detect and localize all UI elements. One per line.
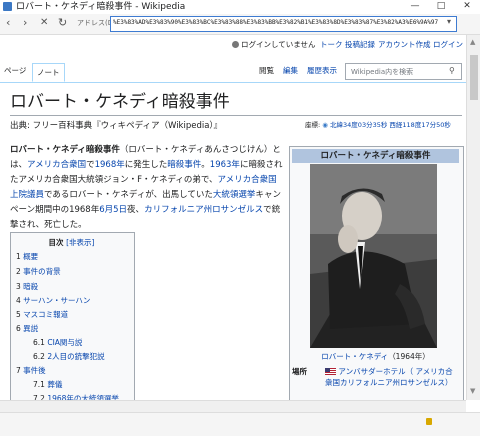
search-icon[interactable]: ⚲ [449,66,455,75]
tab-history[interactable]: 履歴表示 [307,65,337,77]
toc-item[interactable]: 3 暗殺 [16,281,38,293]
tab-note[interactable]: ノート [32,63,65,82]
portrait-image [310,164,437,348]
toc-item[interactable]: 4 サーハン・サーハン [16,295,90,307]
toc-item[interactable]: 5 マスコミ報道 [16,309,68,321]
create-account-link[interactable]: アカウント作成 [378,40,431,50]
toc-heading: 目次 [非表示] [48,238,95,247]
window-titlebar: ロバート・ケネディ暗殺事件 - Wikipedia — □ ✕ [0,0,480,14]
portrait-photo[interactable] [310,164,437,348]
address-dropdown-icon[interactable]: ▾ [447,17,451,26]
browser-app-icon [3,2,12,11]
coordinates-link[interactable]: 北緯34度03分35秒 西経118度17分50秒 [330,121,451,129]
place-label: 場所 [292,367,307,376]
stop-icon[interactable]: ✕ [40,16,48,30]
caption-name-link[interactable]: ロバート・ケネディ [321,352,388,361]
toc-item[interactable]: 1 概要 [16,251,38,263]
place-value[interactable]: アンバサダーホテル（ アメリカ合衆国カリフォルニア州ロサンゼルス） [325,366,458,388]
tab-edit[interactable]: 編集 [283,65,298,77]
talk-link[interactable]: トーク [320,40,343,50]
coordinates: 座標: ◉ 北緯34度03分35秒 西経118度17分50秒 [305,119,451,129]
link-1963[interactable]: 1963年 [210,160,240,170]
login-link[interactable]: ログイン [433,40,463,50]
link-usa[interactable]: アメリカ合衆国 [27,160,86,170]
vertical-scrollbar[interactable]: ▲ ▼ [466,35,480,400]
toc-item[interactable]: 2 事件の背景 [16,266,61,278]
toc-item[interactable]: 7 事件後 [16,365,46,377]
toc-toggle[interactable]: [非表示] [66,238,94,247]
logged-out-status: ログインしていません [232,40,316,50]
close-window-button[interactable]: ✕ [454,0,480,14]
link-june5[interactable]: 6月5日 [99,205,127,215]
title-divider [10,115,462,116]
page-title: ロバート・ケネディ暗殺事件 [10,92,230,112]
toc-item[interactable]: 6.1 CIA関与説 [33,337,82,349]
forward-icon[interactable]: › [23,16,27,30]
link-1968[interactable]: 1968年 [95,160,125,170]
photo-caption: ロバート・ケネディ（1964年） [321,352,430,361]
window-title: ロバート・ケネディ暗殺事件 - Wikipedia [16,2,186,12]
tab-read[interactable]: 閲覧 [259,65,274,77]
infobox-title: ロバート・ケネディ暗殺事件 [292,149,459,163]
toc-item[interactable]: 6.2 2人目の銃撃犯説 [33,351,105,363]
tab-page[interactable]: ページ [4,65,26,77]
status-bar [0,412,480,436]
link-assassination[interactable]: 暗殺事件 [167,160,201,170]
coordinates-label: 座標: [305,121,321,129]
contributions-link[interactable]: 投稿記録 [345,40,375,50]
toc-item[interactable]: 6 異説 [16,323,38,335]
link-california[interactable]: カリフォルニア州 [144,205,212,215]
back-icon[interactable]: ‹ [6,16,10,30]
search-placeholder: Wikipedia内を検索 [351,68,414,76]
address-url[interactable]: %E3%83%AD%E3%83%90%E3%83%BC%E3%83%88%E3%… [113,18,438,27]
maximize-button[interactable]: □ [428,0,454,14]
link-los-angeles[interactable]: ロサンゼルス [212,205,263,215]
minimize-button[interactable]: — [402,0,428,14]
user-icon [232,41,239,48]
scroll-down-icon[interactable]: ▼ [470,387,475,395]
lock-icon [426,418,432,425]
scroll-up-icon[interactable]: ▲ [470,38,475,46]
tagline: 出典: フリー百科事典『ウィキペディア（Wikipedia）』 [10,121,223,131]
globe-icon: ◉ [322,121,328,129]
us-flag-icon [325,368,336,375]
lead-paragraph: ロバート・ケネディ暗殺事件（ロバート・ケネディあんさつじけん）とは、アメリカ合衆… [10,145,283,230]
refresh-icon[interactable]: ↻ [58,16,67,30]
link-election[interactable]: 大統領選挙 [213,190,256,200]
toc-item[interactable]: 7.1 葬儀 [33,379,62,391]
lead-bold-title: ロバート・ケネディ暗殺事件 [10,145,120,155]
scrollbar-thumb[interactable] [470,55,478,100]
